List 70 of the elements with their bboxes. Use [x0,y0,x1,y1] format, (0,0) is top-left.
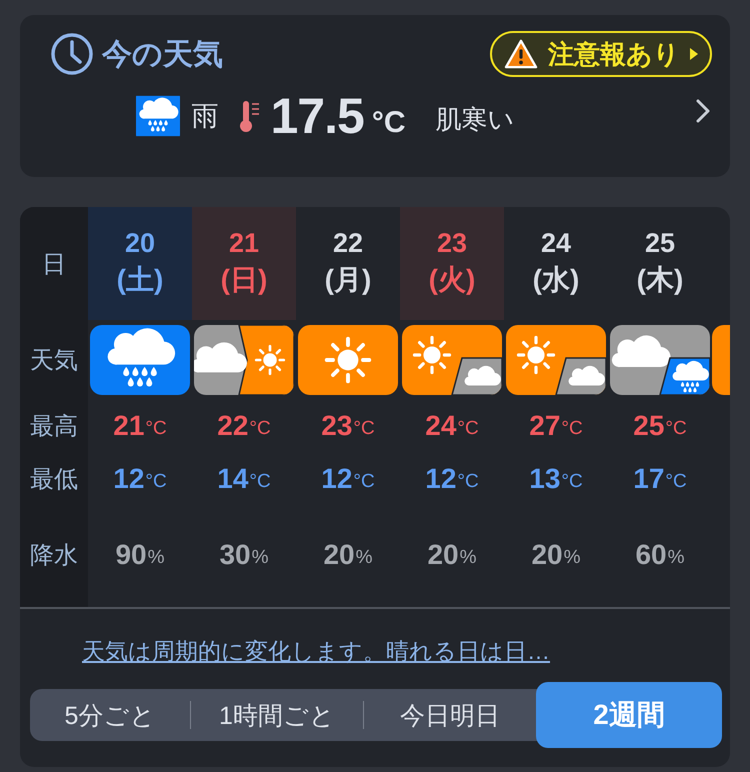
low-temperature-unit: °C [561,471,583,493]
precipitation-value: 20 [531,538,563,570]
temperature-unit: °C [372,106,406,140]
low-temperature-value: 12 [113,463,144,495]
date-text: 21 [228,228,260,259]
high-temperature-unit: °C [249,418,271,440]
clock-icon [50,32,94,76]
chevron-right-icon[interactable] [696,99,710,123]
high-temperature-value: 24 [425,410,456,442]
date-text: 23 [436,228,468,259]
high-temperature-value: 25 [633,410,664,442]
precipitation-unit: % [564,546,581,568]
high-temperature-unit: °C [561,418,583,440]
row-label: 最低 [30,465,78,495]
precipitation-unit: % [356,546,373,568]
precipitation-value: 30 [219,538,251,570]
weekday-text: (木) [636,263,684,297]
low-temperature-value: 13 [529,463,560,495]
warning-icon [504,39,538,69]
temperature-value: 17.5 [270,87,364,145]
precipitation-value: 20 [323,538,355,570]
weekday-text: (月) [324,263,372,297]
feel-text: 肌寒い [436,102,514,136]
current-weather-card[interactable]: 今の天気 注意報あり 雨 17.5 °C 肌寒い [20,15,730,177]
high-temperature-value: 23 [321,410,352,442]
precipitation-value: 60 [635,538,667,570]
period-tab[interactable]: 5分ごと [30,689,190,741]
low-temperature-value: 12 [321,463,352,495]
weekday-text: (火) [428,263,476,297]
thermometer-icon [238,99,260,133]
weekday-text: (水) [532,263,580,297]
low-temperature-unit: °C [249,471,271,493]
caret-icon [690,48,698,60]
low-temperature-value: 12 [425,463,456,495]
low-temperature-value: 17 [633,463,664,495]
row-label: 日 [42,250,66,280]
precipitation-unit: % [252,546,269,568]
precipitation-unit: % [148,546,165,568]
high-temperature-value: 21 [113,410,144,442]
low-temperature-unit: °C [665,471,687,493]
high-temperature-unit: °C [353,418,375,440]
date-text: 24 [540,228,572,259]
high-temperature-value: 22 [217,410,248,442]
date-text: 25 [644,228,676,259]
high-temperature-value: 27 [529,410,560,442]
precipitation-unit: % [460,546,477,568]
high-temperature-unit: °C [145,418,167,440]
summary-link[interactable]: 天気は周期的に変化します。晴れる日は日… [82,636,550,667]
date-text: 22 [332,228,364,259]
condition-text: 雨 [192,100,218,133]
high-temperature-unit: °C [665,418,687,440]
alert-badge[interactable]: 注意報あり [490,31,712,77]
section-title: 今の天気 [102,36,223,72]
precipitation-unit: % [668,546,685,568]
precipitation-value: 20 [427,538,459,570]
low-temperature-unit: °C [457,471,479,493]
row-label: 降水 [30,540,78,570]
weekday-text: (土) [116,263,164,297]
low-temperature-unit: °C [353,471,375,493]
date-text: 20 [124,228,156,259]
period-tab[interactable]: 1時間ごと [191,689,363,741]
weekday-text: (日) [220,263,268,297]
period-tab[interactable]: 今日明日 [364,689,536,741]
low-temperature-value: 14 [217,463,248,495]
precipitation-value: 90 [115,538,147,570]
high-temperature-unit: °C [457,418,479,440]
row-label: 最高 [30,412,78,442]
low-temperature-unit: °C [145,471,167,493]
period-tab[interactable]: 2週間 [536,682,722,748]
row-label: 天気 [30,346,78,376]
